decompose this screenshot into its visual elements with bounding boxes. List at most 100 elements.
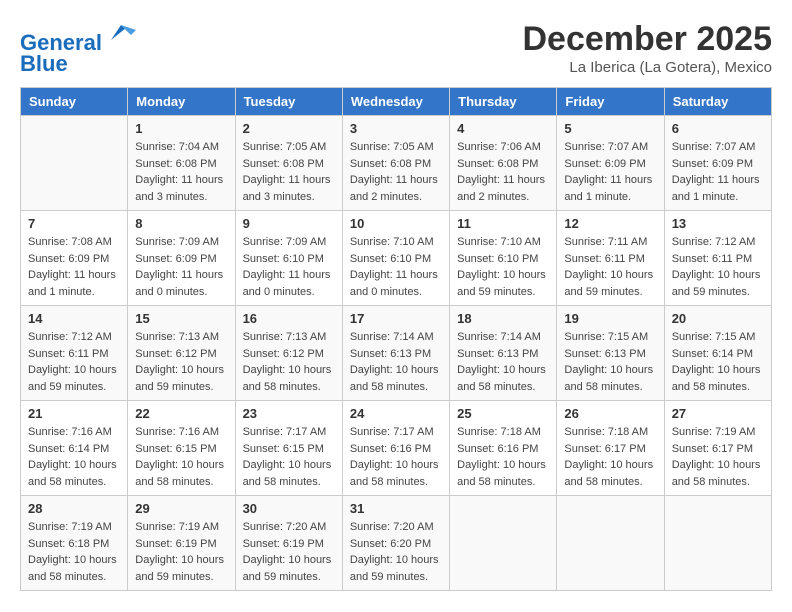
day-number: 3 xyxy=(350,121,442,136)
day-number: 24 xyxy=(350,406,442,421)
day-cell: 23 Sunrise: 7:17 AMSunset: 6:15 PMDayligh… xyxy=(235,401,342,496)
day-number: 10 xyxy=(350,216,442,231)
day-info: Sunrise: 7:07 AMSunset: 6:09 PMDaylight:… xyxy=(672,139,764,205)
day-cell: 1 Sunrise: 7:04 AMSunset: 6:08 PMDaylight… xyxy=(128,116,235,211)
day-info: Sunrise: 7:05 AMSunset: 6:08 PMDaylight:… xyxy=(350,139,442,205)
day-number: 1 xyxy=(135,121,227,136)
week-row-5: 28Sunrise: 7:19 AMSunset: 6:18 PMDayligh… xyxy=(21,496,772,591)
day-cell: 26 Sunrise: 7:18 AMSunset: 6:17 PMDayligh… xyxy=(557,401,664,496)
day-info: Sunrise: 7:12 AMSunset: 6:11 PMDaylight:… xyxy=(28,329,120,395)
day-number: 25 xyxy=(457,406,549,421)
col-header-tuesday: Tuesday xyxy=(235,88,342,116)
day-number: 30 xyxy=(243,501,335,516)
day-info: Sunrise: 7:14 AMSunset: 6:13 PMDaylight:… xyxy=(457,329,549,395)
day-info: Sunrise: 7:07 AMSunset: 6:09 PMDaylight:… xyxy=(564,139,656,205)
location: La Iberica (La Gotera), Mexico xyxy=(522,59,772,76)
day-number: 21 xyxy=(28,406,120,421)
day-cell: 11Sunrise: 7:10 AMSunset: 6:10 PMDayligh… xyxy=(450,211,557,306)
title-block: December 2025 La Iberica (La Gotera), Me… xyxy=(522,20,772,76)
day-number: 27 xyxy=(672,406,764,421)
day-cell xyxy=(664,496,771,591)
day-cell: 31Sunrise: 7:20 AMSunset: 6:20 PMDayligh… xyxy=(342,496,449,591)
day-info: Sunrise: 7:19 AMSunset: 6:17 PMDaylight:… xyxy=(672,424,764,490)
day-cell: 20 Sunrise: 7:15 AMSunset: 6:14 PMDayligh… xyxy=(664,306,771,401)
day-cell: 13 Sunrise: 7:12 AMSunset: 6:11 PMDayligh… xyxy=(664,211,771,306)
day-info: Sunrise: 7:09 AMSunset: 6:10 PMDaylight:… xyxy=(243,234,335,300)
day-info: Sunrise: 7:18 AMSunset: 6:17 PMDaylight:… xyxy=(564,424,656,490)
day-cell: 3 Sunrise: 7:05 AMSunset: 6:08 PMDaylight… xyxy=(342,116,449,211)
week-row-1: 1 Sunrise: 7:04 AMSunset: 6:08 PMDaylight… xyxy=(21,116,772,211)
col-header-monday: Monday xyxy=(128,88,235,116)
day-cell: 8 Sunrise: 7:09 AMSunset: 6:09 PMDaylight… xyxy=(128,211,235,306)
day-cell xyxy=(21,116,128,211)
day-cell: 22Sunrise: 7:16 AMSunset: 6:15 PMDayligh… xyxy=(128,401,235,496)
day-number: 2 xyxy=(243,121,335,136)
day-info: Sunrise: 7:20 AMSunset: 6:20 PMDaylight:… xyxy=(350,519,442,585)
page-header: General Blue December 2025 La Iberica (L… xyxy=(20,20,772,77)
day-info: Sunrise: 7:17 AMSunset: 6:16 PMDaylight:… xyxy=(350,424,442,490)
day-number: 6 xyxy=(672,121,764,136)
day-info: Sunrise: 7:04 AMSunset: 6:08 PMDaylight:… xyxy=(135,139,227,205)
day-cell xyxy=(450,496,557,591)
day-number: 4 xyxy=(457,121,549,136)
day-cell: 10 Sunrise: 7:10 AMSunset: 6:10 PMDayligh… xyxy=(342,211,449,306)
day-cell: 18 Sunrise: 7:14 AMSunset: 6:13 PMDayligh… xyxy=(450,306,557,401)
day-number: 7 xyxy=(28,216,120,231)
day-info: Sunrise: 7:18 AMSunset: 6:16 PMDaylight:… xyxy=(457,424,549,490)
day-cell: 5 Sunrise: 7:07 AMSunset: 6:09 PMDaylight… xyxy=(557,116,664,211)
day-cell: 2Sunrise: 7:05 AMSunset: 6:08 PMDaylight… xyxy=(235,116,342,211)
day-info: Sunrise: 7:10 AMSunset: 6:10 PMDaylight:… xyxy=(350,234,442,300)
day-info: Sunrise: 7:11 AMSunset: 6:11 PMDaylight:… xyxy=(564,234,656,300)
day-cell: 9 Sunrise: 7:09 AMSunset: 6:10 PMDaylight… xyxy=(235,211,342,306)
logo-text: General xyxy=(20,20,136,55)
day-cell: 24 Sunrise: 7:17 AMSunset: 6:16 PMDayligh… xyxy=(342,401,449,496)
week-row-3: 14 Sunrise: 7:12 AMSunset: 6:11 PMDayligh… xyxy=(21,306,772,401)
header-row: SundayMondayTuesdayWednesdayThursdayFrid… xyxy=(21,88,772,116)
day-number: 26 xyxy=(564,406,656,421)
col-header-thursday: Thursday xyxy=(450,88,557,116)
day-number: 20 xyxy=(672,311,764,326)
day-cell: 12 Sunrise: 7:11 AMSunset: 6:11 PMDayligh… xyxy=(557,211,664,306)
day-number: 18 xyxy=(457,311,549,326)
logo-bird-icon xyxy=(106,20,136,50)
day-number: 23 xyxy=(243,406,335,421)
day-number: 12 xyxy=(564,216,656,231)
day-number: 8 xyxy=(135,216,227,231)
day-info: Sunrise: 7:15 AMSunset: 6:14 PMDaylight:… xyxy=(672,329,764,395)
day-cell: 7 Sunrise: 7:08 AMSunset: 6:09 PMDaylight… xyxy=(21,211,128,306)
day-number: 28 xyxy=(28,501,120,516)
day-info: Sunrise: 7:14 AMSunset: 6:13 PMDaylight:… xyxy=(350,329,442,395)
day-info: Sunrise: 7:06 AMSunset: 6:08 PMDaylight:… xyxy=(457,139,549,205)
day-number: 11 xyxy=(457,216,549,231)
day-info: Sunrise: 7:09 AMSunset: 6:09 PMDaylight:… xyxy=(135,234,227,300)
calendar-table: SundayMondayTuesdayWednesdayThursdayFrid… xyxy=(20,87,772,591)
day-info: Sunrise: 7:19 AMSunset: 6:19 PMDaylight:… xyxy=(135,519,227,585)
week-row-2: 7 Sunrise: 7:08 AMSunset: 6:09 PMDaylight… xyxy=(21,211,772,306)
day-cell xyxy=(557,496,664,591)
day-info: Sunrise: 7:12 AMSunset: 6:11 PMDaylight:… xyxy=(672,234,764,300)
day-info: Sunrise: 7:17 AMSunset: 6:15 PMDaylight:… xyxy=(243,424,335,490)
col-header-wednesday: Wednesday xyxy=(342,88,449,116)
day-info: Sunrise: 7:13 AMSunset: 6:12 PMDaylight:… xyxy=(243,329,335,395)
day-number: 29 xyxy=(135,501,227,516)
day-number: 5 xyxy=(564,121,656,136)
day-cell: 29 Sunrise: 7:19 AMSunset: 6:19 PMDayligh… xyxy=(128,496,235,591)
day-cell: 27 Sunrise: 7:19 AMSunset: 6:17 PMDayligh… xyxy=(664,401,771,496)
day-number: 13 xyxy=(672,216,764,231)
col-header-sunday: Sunday xyxy=(21,88,128,116)
day-cell: 25 Sunrise: 7:18 AMSunset: 6:16 PMDayligh… xyxy=(450,401,557,496)
day-cell: 17Sunrise: 7:14 AMSunset: 6:13 PMDayligh… xyxy=(342,306,449,401)
day-cell: 21 Sunrise: 7:16 AMSunset: 6:14 PMDayligh… xyxy=(21,401,128,496)
day-cell: 6 Sunrise: 7:07 AMSunset: 6:09 PMDaylight… xyxy=(664,116,771,211)
day-cell: 19Sunrise: 7:15 AMSunset: 6:13 PMDayligh… xyxy=(557,306,664,401)
month-title: December 2025 xyxy=(522,20,772,59)
day-number: 22 xyxy=(135,406,227,421)
day-info: Sunrise: 7:16 AMSunset: 6:14 PMDaylight:… xyxy=(28,424,120,490)
day-cell: 14 Sunrise: 7:12 AMSunset: 6:11 PMDayligh… xyxy=(21,306,128,401)
day-number: 9 xyxy=(243,216,335,231)
day-info: Sunrise: 7:08 AMSunset: 6:09 PMDaylight:… xyxy=(28,234,120,300)
day-info: Sunrise: 7:15 AMSunset: 6:13 PMDaylight:… xyxy=(564,329,656,395)
col-header-friday: Friday xyxy=(557,88,664,116)
day-cell: 16Sunrise: 7:13 AMSunset: 6:12 PMDayligh… xyxy=(235,306,342,401)
day-number: 14 xyxy=(28,311,120,326)
